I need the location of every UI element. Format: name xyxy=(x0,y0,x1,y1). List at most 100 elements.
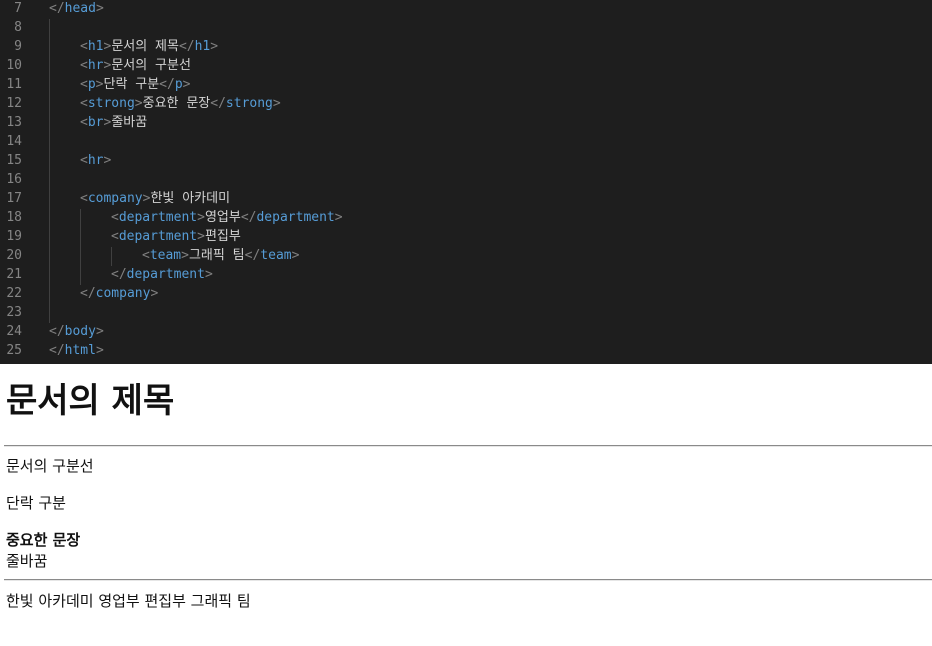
code-line[interactable]: 8 xyxy=(0,18,932,37)
tag-bracket: </ xyxy=(210,96,226,111)
tag-bracket: < xyxy=(111,229,119,244)
tag-name: strong xyxy=(87,96,135,111)
text-content: 줄바꿈 xyxy=(111,115,148,130)
text-content: 문서의 구분선 xyxy=(111,58,191,73)
tag-bracket: > xyxy=(95,324,104,339)
code-content: <p>단락 구분</p> xyxy=(80,75,190,94)
code-line[interactable]: 18 <department>영업부</department> xyxy=(0,208,932,227)
text-content: 영업부 xyxy=(204,210,241,225)
tag-bracket: > xyxy=(95,1,104,16)
preview-heading: 문서의 제목 xyxy=(6,381,175,421)
code-content: <br>줄바꿈 xyxy=(80,113,147,132)
tag-name: department xyxy=(256,210,335,225)
code-line[interactable]: 15 <hr> xyxy=(0,151,932,170)
line-number: 16 xyxy=(6,172,22,187)
preview-hr-text: 문서의 구분선 xyxy=(6,457,94,475)
tag-bracket: > xyxy=(291,248,300,263)
tag-name: company xyxy=(87,191,143,206)
tag-bracket: > xyxy=(150,286,159,301)
tag-bracket: </ xyxy=(80,286,96,301)
code-line[interactable]: 17 <company>한빛 아카데미 xyxy=(0,189,932,208)
tag-name: department xyxy=(118,210,198,225)
code-line[interactable]: 16 xyxy=(0,170,932,189)
code-line[interactable]: 7 </head> xyxy=(0,0,932,18)
code-line[interactable]: 23 xyxy=(0,303,932,322)
line-number: 12 xyxy=(6,96,22,111)
code-content: <team>그래픽 팀</team> xyxy=(142,246,299,265)
line-number: 24 xyxy=(6,324,22,339)
code-line[interactable]: 9 <h1>문서의 제목</h1> xyxy=(0,37,932,56)
tag-bracket: > xyxy=(272,96,281,111)
text-content: 단락 구분 xyxy=(103,77,160,92)
line-number: 13 xyxy=(6,115,22,130)
line-number: 7 xyxy=(14,1,22,16)
line-number: 14 xyxy=(6,134,22,149)
tag-bracket: < xyxy=(80,115,88,130)
tag-bracket: > xyxy=(210,39,219,54)
line-number: 8 xyxy=(14,20,22,35)
code-content: <strong>중요한 문장</strong> xyxy=(80,94,281,113)
code-line[interactable]: 13 <br>줄바꿈 xyxy=(0,113,932,132)
code-content: <hr> xyxy=(80,151,111,170)
tag-name: br xyxy=(87,115,104,130)
code-line[interactable]: 11 <p>단락 구분</p> xyxy=(0,75,932,94)
line-number: 17 xyxy=(6,191,22,206)
tag-bracket: < xyxy=(80,191,88,206)
tag-bracket: > xyxy=(182,77,191,92)
tag-name: body xyxy=(64,324,96,339)
code-content: </department> xyxy=(111,265,213,284)
preview-hr-2 xyxy=(4,579,932,581)
tag-bracket: < xyxy=(80,58,88,73)
line-number: 19 xyxy=(6,229,22,244)
line-number: 11 xyxy=(6,77,22,92)
code-content: <department>편집부 xyxy=(111,227,241,246)
tag-bracket: < xyxy=(80,39,88,54)
code-line[interactable]: 20 <team>그래픽 팀</team> xyxy=(0,246,932,265)
code-editor[interactable]: 7 </head> 8 9 <h1>문서의 제목</h1> 10 <hr>문서의 구분선 11… xyxy=(0,0,932,364)
tag-bracket: > xyxy=(334,210,343,225)
line-number: 15 xyxy=(6,153,22,168)
tag-bracket: > xyxy=(103,153,112,168)
code-line[interactable]: 24 </body> xyxy=(0,322,932,341)
tag-bracket: < xyxy=(80,96,88,111)
code-content: <company>한빛 아카데미 xyxy=(80,189,230,208)
tag-bracket: < xyxy=(80,77,88,92)
line-number: 23 xyxy=(6,305,22,320)
tag-bracket: </ xyxy=(49,1,65,16)
code-line[interactable]: 12 <strong>중요한 문장</strong> xyxy=(0,94,932,113)
line-number: 18 xyxy=(6,210,22,225)
tag-bracket: > xyxy=(204,267,213,282)
tag-name: team xyxy=(260,248,292,263)
tag-bracket: </ xyxy=(111,267,127,282)
tag-name: department xyxy=(118,229,198,244)
tag-name: head xyxy=(64,1,96,16)
text-content: 중요한 문장 xyxy=(142,96,211,111)
tag-name: hr xyxy=(87,153,104,168)
text-content: 한빛 아카데미 xyxy=(150,191,231,206)
line-number: 10 xyxy=(6,58,22,73)
tag-name: team xyxy=(149,248,182,263)
code-content: </body> xyxy=(49,322,104,341)
code-line[interactable]: 21 </department> xyxy=(0,265,932,284)
code-line[interactable]: 14 xyxy=(0,132,932,151)
tag-bracket: > xyxy=(181,248,189,263)
code-line[interactable]: 22 </company> xyxy=(0,284,932,303)
tag-bracket: < xyxy=(80,153,88,168)
tag-bracket: </ xyxy=(49,324,65,339)
tag-name: html xyxy=(64,343,96,358)
preview-strong-text: 중요한 문장 xyxy=(6,531,81,549)
code-line[interactable]: 10 <hr>문서의 구분선 xyxy=(0,56,932,75)
tag-name: company xyxy=(95,286,151,301)
tag-name: department xyxy=(126,267,205,282)
code-content: <department>영업부</department> xyxy=(111,208,343,227)
line-number: 21 xyxy=(6,267,22,282)
code-line[interactable]: 25 </html> xyxy=(0,341,932,360)
tag-bracket: > xyxy=(95,343,104,358)
preview-hr xyxy=(4,445,932,447)
tag-bracket: </ xyxy=(159,77,175,92)
text-content: 그래픽 팀 xyxy=(188,248,245,263)
preview-paragraph: 단락 구분 xyxy=(6,494,66,512)
code-line[interactable]: 19 <department>편집부 xyxy=(0,227,932,246)
line-number: 20 xyxy=(6,248,22,263)
line-number: 9 xyxy=(14,39,22,54)
